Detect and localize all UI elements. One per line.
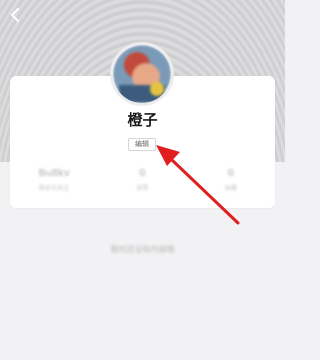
stat-label: 收藏 [224,185,237,192]
back-button[interactable] [6,4,24,26]
profile-stats: Bu8kv 粉丝与关注 0 获赞 0 收藏 [10,164,275,204]
profile-name: 橙子 [127,111,158,129]
stat-value: Bu8kv [38,168,70,179]
stat-value: 0 [139,168,146,179]
stat-followers[interactable]: Bu8kv 粉丝与关注 [10,164,98,204]
stat-label: 获赞 [136,185,149,192]
stat-likes[interactable]: 0 获赞 [98,164,186,204]
stat-label: 粉丝与关注 [39,185,70,192]
avatar[interactable] [110,42,174,106]
stat-value: 0 [227,168,234,179]
chevron-left-icon [11,8,19,22]
empty-state-text: 暂时还没有内容哦 [110,245,175,254]
stat-favorites[interactable]: 0 收藏 [187,164,275,204]
edit-profile-button[interactable]: 编辑 [128,138,156,151]
